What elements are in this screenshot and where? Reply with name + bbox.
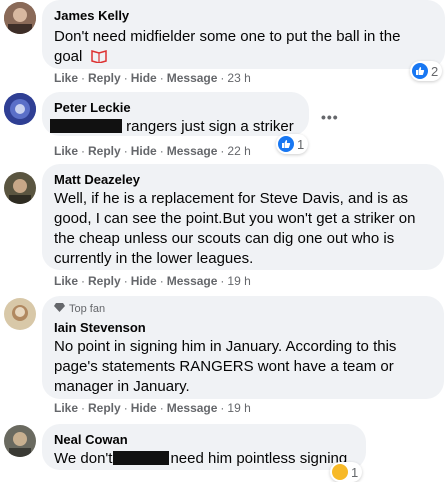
comment-actions: Like · Reply · Hide · Message · 19 h: [54, 401, 251, 415]
reply-button[interactable]: Reply: [88, 274, 121, 288]
like-button[interactable]: Like: [54, 144, 78, 158]
comment-text: We don't need him pointless signing: [54, 450, 348, 467]
timestamp[interactable]: 19 h: [227, 274, 250, 288]
timestamp[interactable]: 23 h: [227, 71, 250, 85]
avatar[interactable]: [4, 298, 36, 330]
comment-author[interactable]: Iain Stevenson: [54, 319, 432, 336]
more-options-icon[interactable]: •••: [321, 109, 339, 125]
reply-button[interactable]: Reply: [88, 71, 121, 85]
like-button[interactable]: Like: [54, 274, 78, 288]
comment-matt-deazeley: Matt Deazeley Well, if he is a replaceme…: [0, 164, 446, 294]
comment-james-kelly: James Kelly Don't need midfielder some o…: [0, 0, 446, 92]
redacted-text: [50, 119, 122, 133]
avatar[interactable]: [4, 425, 36, 457]
reaction-count[interactable]: 2: [410, 61, 443, 81]
comment-bubble: Neal Cowan We don't need him pointless si…: [42, 424, 366, 470]
comment-peter-leckie: Peter Leckie rangers just sign a striker…: [0, 92, 446, 164]
comment-author[interactable]: Matt Deazeley: [54, 171, 432, 188]
comment-actions: Like · Reply · Hide · Message · 22 h: [54, 144, 251, 158]
hide-button[interactable]: Hide: [131, 144, 157, 158]
message-button[interactable]: Message: [167, 401, 218, 415]
comment-text: Well, if he is a replacement for Steve D…: [54, 190, 416, 267]
comment-author[interactable]: Peter Leckie: [54, 99, 297, 116]
comment-author[interactable]: Neal Cowan: [54, 431, 354, 448]
message-button[interactable]: Message: [167, 71, 218, 85]
like-reaction-icon: [278, 136, 294, 152]
comment-bubble: Peter Leckie rangers just sign a striker: [42, 92, 309, 136]
comment-neal-cowan: Neal Cowan We don't need him pointless si…: [0, 422, 446, 482]
haha-reaction-icon: [332, 464, 348, 480]
avatar[interactable]: [4, 93, 36, 125]
reply-button[interactable]: Reply: [88, 401, 121, 415]
comment-text: rangers just sign a striker: [50, 117, 297, 137]
redacted-text: [113, 451, 170, 465]
comment-actions: Like · Reply · Hide · Message · 19 h: [54, 274, 251, 288]
reply-button[interactable]: Reply: [88, 144, 121, 158]
comment-text: Don't need midfielder some one to put th…: [54, 27, 433, 69]
timestamp[interactable]: 22 h: [227, 144, 250, 158]
top-fan-badge: Top fan: [54, 302, 432, 316]
book-emoji-icon: [90, 49, 107, 69]
like-button[interactable]: Like: [54, 401, 78, 415]
like-reaction-icon: [412, 63, 428, 79]
reaction-count[interactable]: 1: [330, 462, 363, 482]
comment-actions: Like · Reply · Hide · Message · 23 h: [54, 71, 251, 85]
avatar[interactable]: [4, 2, 36, 34]
message-button[interactable]: Message: [167, 144, 218, 158]
message-button[interactable]: Message: [167, 274, 218, 288]
comment-iain-stevenson: Top fan Iain Stevenson No point in signi…: [0, 294, 446, 422]
diamond-icon: [54, 302, 65, 316]
hide-button[interactable]: Hide: [131, 401, 157, 415]
comment-bubble: James Kelly Don't need midfielder some o…: [42, 0, 445, 69]
comment-text: No point in signing him in January. Acco…: [54, 338, 397, 395]
timestamp[interactable]: 19 h: [227, 401, 250, 415]
reaction-count[interactable]: 1: [276, 134, 309, 154]
comment-author[interactable]: James Kelly: [54, 7, 433, 24]
avatar[interactable]: [4, 172, 36, 204]
comment-bubble: Top fan Iain Stevenson No point in signi…: [42, 296, 444, 399]
hide-button[interactable]: Hide: [131, 274, 157, 288]
like-button[interactable]: Like: [54, 71, 78, 85]
comment-bubble: Matt Deazeley Well, if he is a replaceme…: [42, 164, 444, 270]
hide-button[interactable]: Hide: [131, 71, 157, 85]
